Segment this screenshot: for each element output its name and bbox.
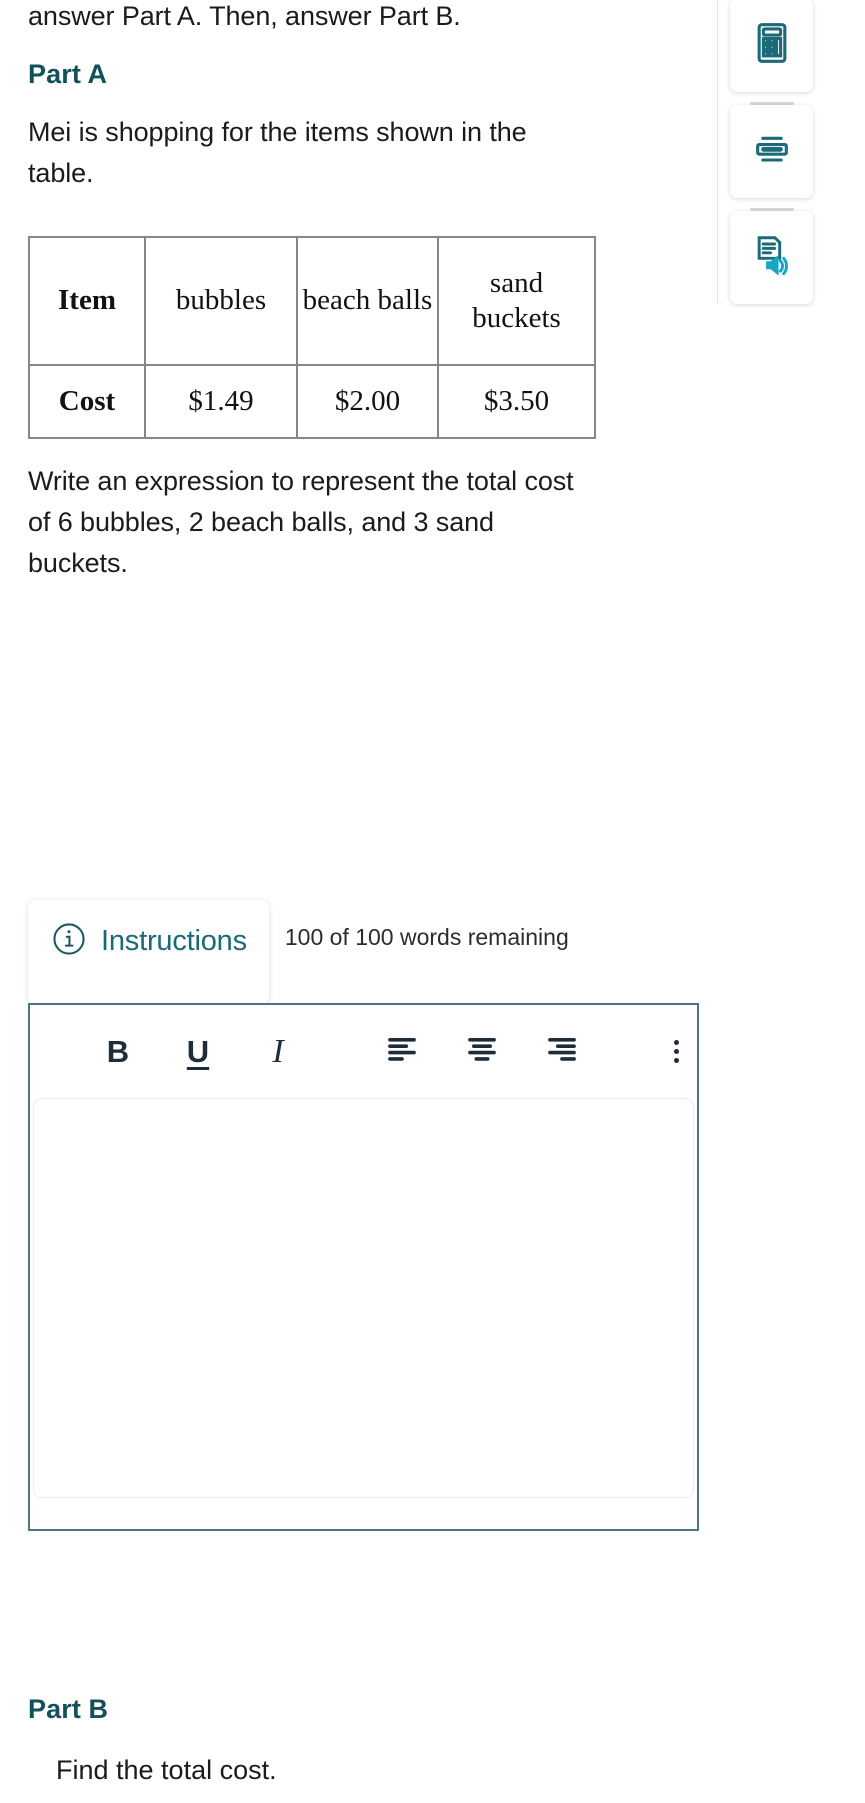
vertical-dots-icon: [673, 1058, 679, 1063]
intro-text: answer Part A. Then, answer Part B.: [28, 1, 461, 31]
bold-icon: B: [106, 1034, 130, 1069]
part-b-text: Find the total cost.: [56, 1755, 277, 1785]
align-right-button[interactable]: [536, 1026, 588, 1078]
underline-button[interactable]: U: [172, 1026, 224, 1078]
more-options-button[interactable]: [661, 1026, 691, 1078]
bold-button[interactable]: B: [92, 1026, 144, 1078]
table-row: Cost $1.49 $2.00 $3.50: [28, 364, 596, 440]
instructions-row: Instructions 100 of 100 words remaining: [28, 900, 569, 1005]
line-reader-tool[interactable]: [730, 105, 813, 198]
part-a-prompt: Mei is shopping for the items shown in t…: [28, 117, 527, 189]
cost-table-wrap: Item bubbles beach balls sand buckets Co…: [28, 236, 684, 440]
cost-table: Item bubbles beach balls sand buckets Co…: [28, 236, 596, 440]
info-circle-icon: [50, 920, 88, 963]
vertical-dots-icon: [673, 1049, 679, 1054]
table-cell-cost-3: $3.50: [437, 364, 596, 440]
editor-toolbar: B U I: [30, 1005, 697, 1098]
calculator-icon: [750, 21, 794, 70]
calculator-tool[interactable]: [730, 0, 813, 92]
answer-input[interactable]: [33, 1098, 694, 1498]
word-count-status: 100 of 100 words remaining: [284, 924, 569, 950]
align-center-button[interactable]: [456, 1026, 508, 1078]
align-right-icon: [545, 1032, 579, 1071]
answer-editor: B U I: [28, 1003, 699, 1531]
table-cell-item-label: Item: [28, 236, 146, 367]
align-center-icon: [465, 1032, 499, 1071]
part-a-heading: Part A: [28, 59, 108, 90]
table-row: Item bubbles beach balls sand buckets: [28, 236, 596, 367]
align-left-icon: [385, 1032, 419, 1071]
text-to-speech-tool[interactable]: [730, 211, 813, 304]
align-left-button[interactable]: [376, 1026, 428, 1078]
table-cell-cost-label: Cost: [28, 364, 146, 440]
table-cell-item-2: beach balls: [296, 236, 439, 367]
underline-icon: U: [186, 1034, 210, 1069]
line-reader-icon: [750, 127, 794, 176]
instructions-label: Instructions: [101, 925, 247, 957]
part-a-task: Write an expression to represent the tot…: [28, 466, 574, 579]
vertical-dots-icon: [673, 1040, 679, 1045]
instructions-button[interactable]: Instructions: [28, 900, 269, 1005]
text-to-speech-icon: [750, 233, 794, 282]
part-b-section: Part B Find the total cost.: [28, 1694, 277, 1786]
italic-button[interactable]: I: [252, 1026, 304, 1078]
question-content: answer Part A. Then, answer Part B. Part…: [0, 0, 712, 584]
table-cell-item-1: bubbles: [144, 236, 298, 367]
part-b-heading: Part B: [28, 1694, 109, 1724]
table-cell-item-3: sand buckets: [437, 236, 596, 367]
question-page: answer Part A. Then, answer Part B. Part…: [0, 0, 865, 1803]
italic-icon: I: [272, 1032, 284, 1070]
table-cell-cost-2: $2.00: [296, 364, 439, 440]
table-cell-cost-1: $1.49: [144, 364, 298, 440]
accessibility-tool-rail: [717, 0, 865, 304]
